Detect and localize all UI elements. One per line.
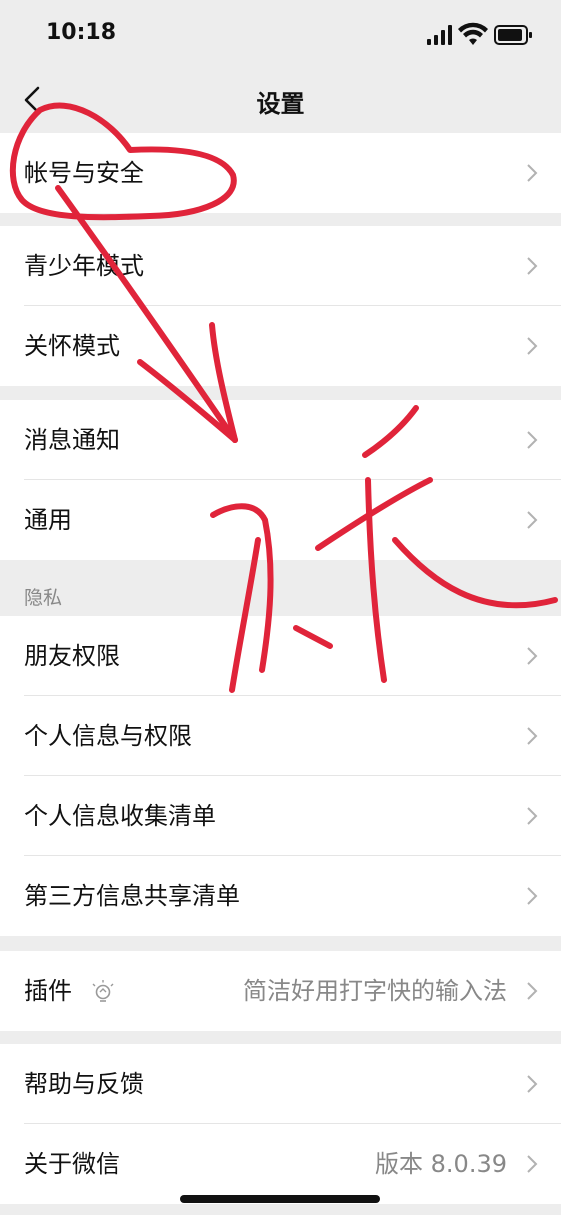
- nav-bar: 设置: [0, 66, 561, 132]
- row-label: 第三方信息共享清单: [24, 882, 240, 910]
- row-label: 个人信息与权限: [24, 722, 192, 750]
- row-label: 青少年模式: [24, 252, 144, 280]
- row-label: 关怀模式: [24, 332, 120, 360]
- row-label: 关于微信: [24, 1150, 120, 1178]
- chevron-right-icon: [527, 257, 538, 275]
- group-privacy: 朋友权限 个人信息与权限 个人信息收集清单 第三方信息共享清单: [0, 616, 561, 936]
- row-label: 帮助与反馈: [24, 1070, 144, 1098]
- row-info-collection-list[interactable]: 个人信息收集清单: [0, 776, 561, 856]
- row-value: 简洁好用打字快的输入法: [243, 977, 507, 1005]
- row-general[interactable]: 通用: [0, 480, 561, 560]
- row-label: 消息通知: [24, 426, 120, 454]
- signal-icon: [427, 25, 452, 45]
- row-personal-info-permissions[interactable]: 个人信息与权限: [0, 696, 561, 776]
- row-label: 朋友权限: [24, 642, 120, 670]
- row-value: 版本 8.0.39: [375, 1150, 507, 1178]
- status-icons: [427, 22, 532, 45]
- row-care-mode[interactable]: 关怀模式: [0, 306, 561, 386]
- row-plugins[interactable]: 插件 简洁好用打字快的输入法: [0, 951, 561, 1031]
- group-notify-general: 消息通知 通用: [0, 400, 561, 560]
- home-indicator: [180, 1195, 380, 1203]
- row-teen-mode[interactable]: 青少年模式: [0, 226, 561, 306]
- chevron-right-icon: [527, 511, 538, 529]
- chevron-right-icon: [527, 1155, 538, 1173]
- chevron-right-icon: [527, 887, 538, 905]
- group-account: 帐号与安全: [0, 133, 561, 213]
- row-notifications[interactable]: 消息通知: [0, 400, 561, 480]
- status-time: 10:18: [46, 20, 117, 45]
- battery-icon: [494, 25, 532, 45]
- chevron-right-icon: [527, 647, 538, 665]
- chevron-right-icon: [527, 164, 538, 182]
- row-account-security[interactable]: 帐号与安全: [0, 133, 561, 213]
- status-bar: 10:18: [0, 0, 561, 66]
- row-label: 个人信息收集清单: [24, 802, 216, 830]
- group-modes: 青少年模式 关怀模式: [0, 226, 561, 386]
- row-label: 通用: [24, 506, 72, 534]
- row-help-feedback[interactable]: 帮助与反馈: [0, 1044, 561, 1124]
- chevron-right-icon: [527, 982, 538, 1000]
- row-label: 帐号与安全: [24, 159, 144, 187]
- row-third-party-sharing-list[interactable]: 第三方信息共享清单: [0, 856, 561, 936]
- chevron-right-icon: [527, 1075, 538, 1093]
- section-header-privacy: 隐私: [24, 587, 63, 609]
- chevron-right-icon: [527, 727, 538, 745]
- row-about-wechat[interactable]: 关于微信 版本 8.0.39: [0, 1124, 561, 1204]
- lightbulb-icon: [92, 980, 114, 1002]
- chevron-right-icon: [527, 337, 538, 355]
- chevron-right-icon: [527, 431, 538, 449]
- group-plugins: 插件 简洁好用打字快的输入法: [0, 951, 561, 1031]
- row-label: 插件: [24, 977, 72, 1005]
- chevron-right-icon: [527, 807, 538, 825]
- wifi-icon: [458, 22, 488, 45]
- page-title: 设置: [256, 90, 305, 118]
- group-help-about: 帮助与反馈 关于微信 版本 8.0.39: [0, 1044, 561, 1204]
- row-friends-permissions[interactable]: 朋友权限: [0, 616, 561, 696]
